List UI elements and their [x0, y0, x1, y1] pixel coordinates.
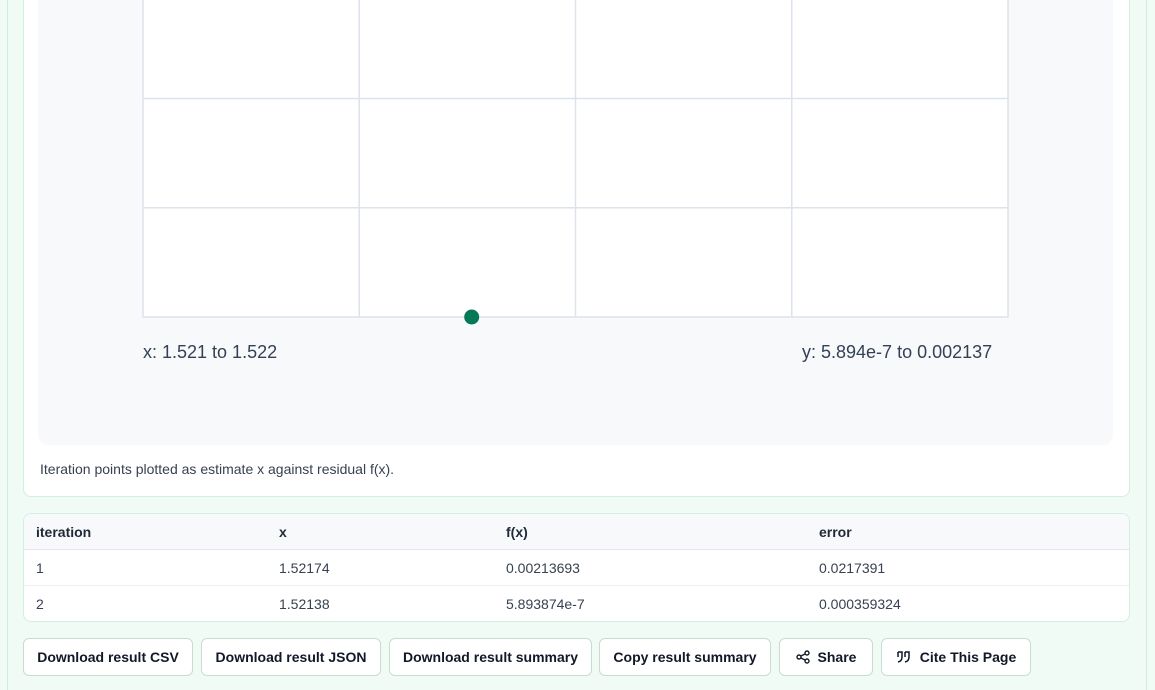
column-header-iteration: iteration [24, 514, 267, 550]
quote-icon [897, 651, 910, 663]
share-label: Share [817, 649, 857, 665]
table-row: 2 1.52138 5.893874e-7 0.000359324 [24, 586, 1129, 622]
y-range-label: y: 5.894e-7 to 0.002137 [802, 342, 993, 362]
iteration-table: iteration x f(x) error 1 1.52174 0.00213… [24, 514, 1129, 621]
cite-button[interactable]: Cite This Page [881, 638, 1031, 676]
share-icon [795, 650, 810, 664]
iteration-table-card: iteration x f(x) error 1 1.52174 0.00213… [23, 513, 1130, 622]
download-json-label: Download result JSON [215, 649, 367, 665]
table-cell: 2 [36, 595, 44, 612]
table-row: 1 1.52174 0.00213693 0.0217391 [24, 549, 1129, 586]
copy-summary-label: Copy result summary [613, 649, 757, 665]
data-point [464, 309, 480, 325]
column-header-fx: f(x) [494, 514, 807, 550]
table-cell: 5.893874e-7 [506, 595, 585, 612]
table-cell: 0.000359324 [819, 595, 901, 612]
table-header-row: iteration x f(x) error [24, 514, 1129, 550]
download-csv-label: Download result CSV [37, 649, 179, 665]
table-cell: 0.0217391 [807, 549, 1129, 586]
share-button[interactable]: Share [779, 638, 873, 676]
column-header-error: error [807, 514, 1129, 550]
scatter-plot [142, 0, 1009, 325]
column-header-x: x [267, 514, 494, 550]
download-json-button[interactable]: Download result JSON [201, 638, 381, 676]
download-summary-button[interactable]: Download result summary [389, 638, 592, 676]
cite-label: Cite This Page [919, 649, 1017, 665]
table-cell: 1.52138 [279, 595, 330, 612]
plot-grid [142, 0, 1009, 318]
download-summary-label: Download result summary [402, 649, 579, 665]
x-range-label: x: 1.521 to 1.522 [143, 342, 278, 362]
table-cell: 1 [24, 549, 267, 586]
table-cell: 1.52174 [267, 549, 494, 586]
chart-caption: Iteration points plotted as estimate x a… [40, 461, 395, 477]
download-csv-button[interactable]: Download result CSV [23, 638, 193, 676]
copy-summary-button[interactable]: Copy result summary [599, 638, 771, 676]
chart-area: x: 1.521 to 1.522 y: 5.894e-7 to 0.00213… [38, 0, 1113, 445]
table-cell: 0.00213693 [494, 549, 807, 586]
